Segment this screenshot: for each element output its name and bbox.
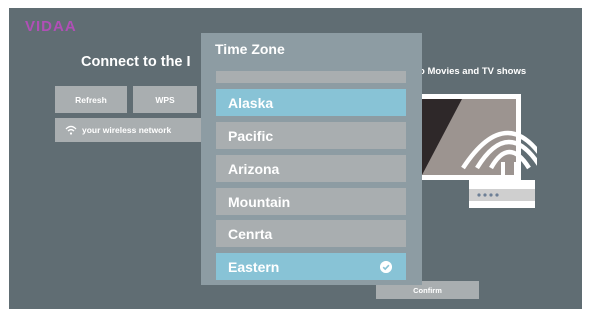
option-label: Arizona	[228, 160, 280, 177]
time-zone-option-top[interactable]	[216, 71, 406, 83]
wps-button[interactable]: WPS	[133, 86, 197, 113]
time-zone-option-eastern[interactable]: Eastern	[216, 253, 406, 280]
dialog-title: Time Zone	[215, 41, 285, 57]
time-zone-dialog: Time Zone Alaska Pacific Arizona Mountai…	[201, 33, 422, 285]
info-text: o Movies and TV shows	[419, 66, 527, 77]
option-label: Pacific	[228, 127, 274, 144]
wireless-network-label: your wireless network	[82, 125, 172, 135]
page-title: Connect to the I	[81, 54, 191, 70]
wireless-network-button[interactable]: your wireless network	[55, 118, 201, 142]
router-illustration	[417, 94, 537, 208]
time-zone-option-mountain[interactable]: Mountain	[216, 188, 406, 215]
option-label: Mountain	[228, 193, 291, 210]
time-zone-option-central[interactable]: Cenrta	[216, 220, 406, 247]
vidaa-logo: VIDAA	[25, 18, 77, 35]
wifi-icon	[65, 125, 77, 135]
check-circle-icon	[380, 260, 392, 273]
option-label: Alaska	[228, 94, 274, 111]
time-zone-option-arizona[interactable]: Arizona	[216, 155, 406, 182]
time-zone-option-alaska[interactable]: Alaska	[216, 89, 406, 116]
refresh-button[interactable]: Refresh	[55, 86, 127, 113]
option-label: Cenrta	[228, 225, 273, 242]
time-zone-option-pacific[interactable]: Pacific	[216, 122, 406, 149]
option-label: Eastern	[228, 258, 280, 275]
